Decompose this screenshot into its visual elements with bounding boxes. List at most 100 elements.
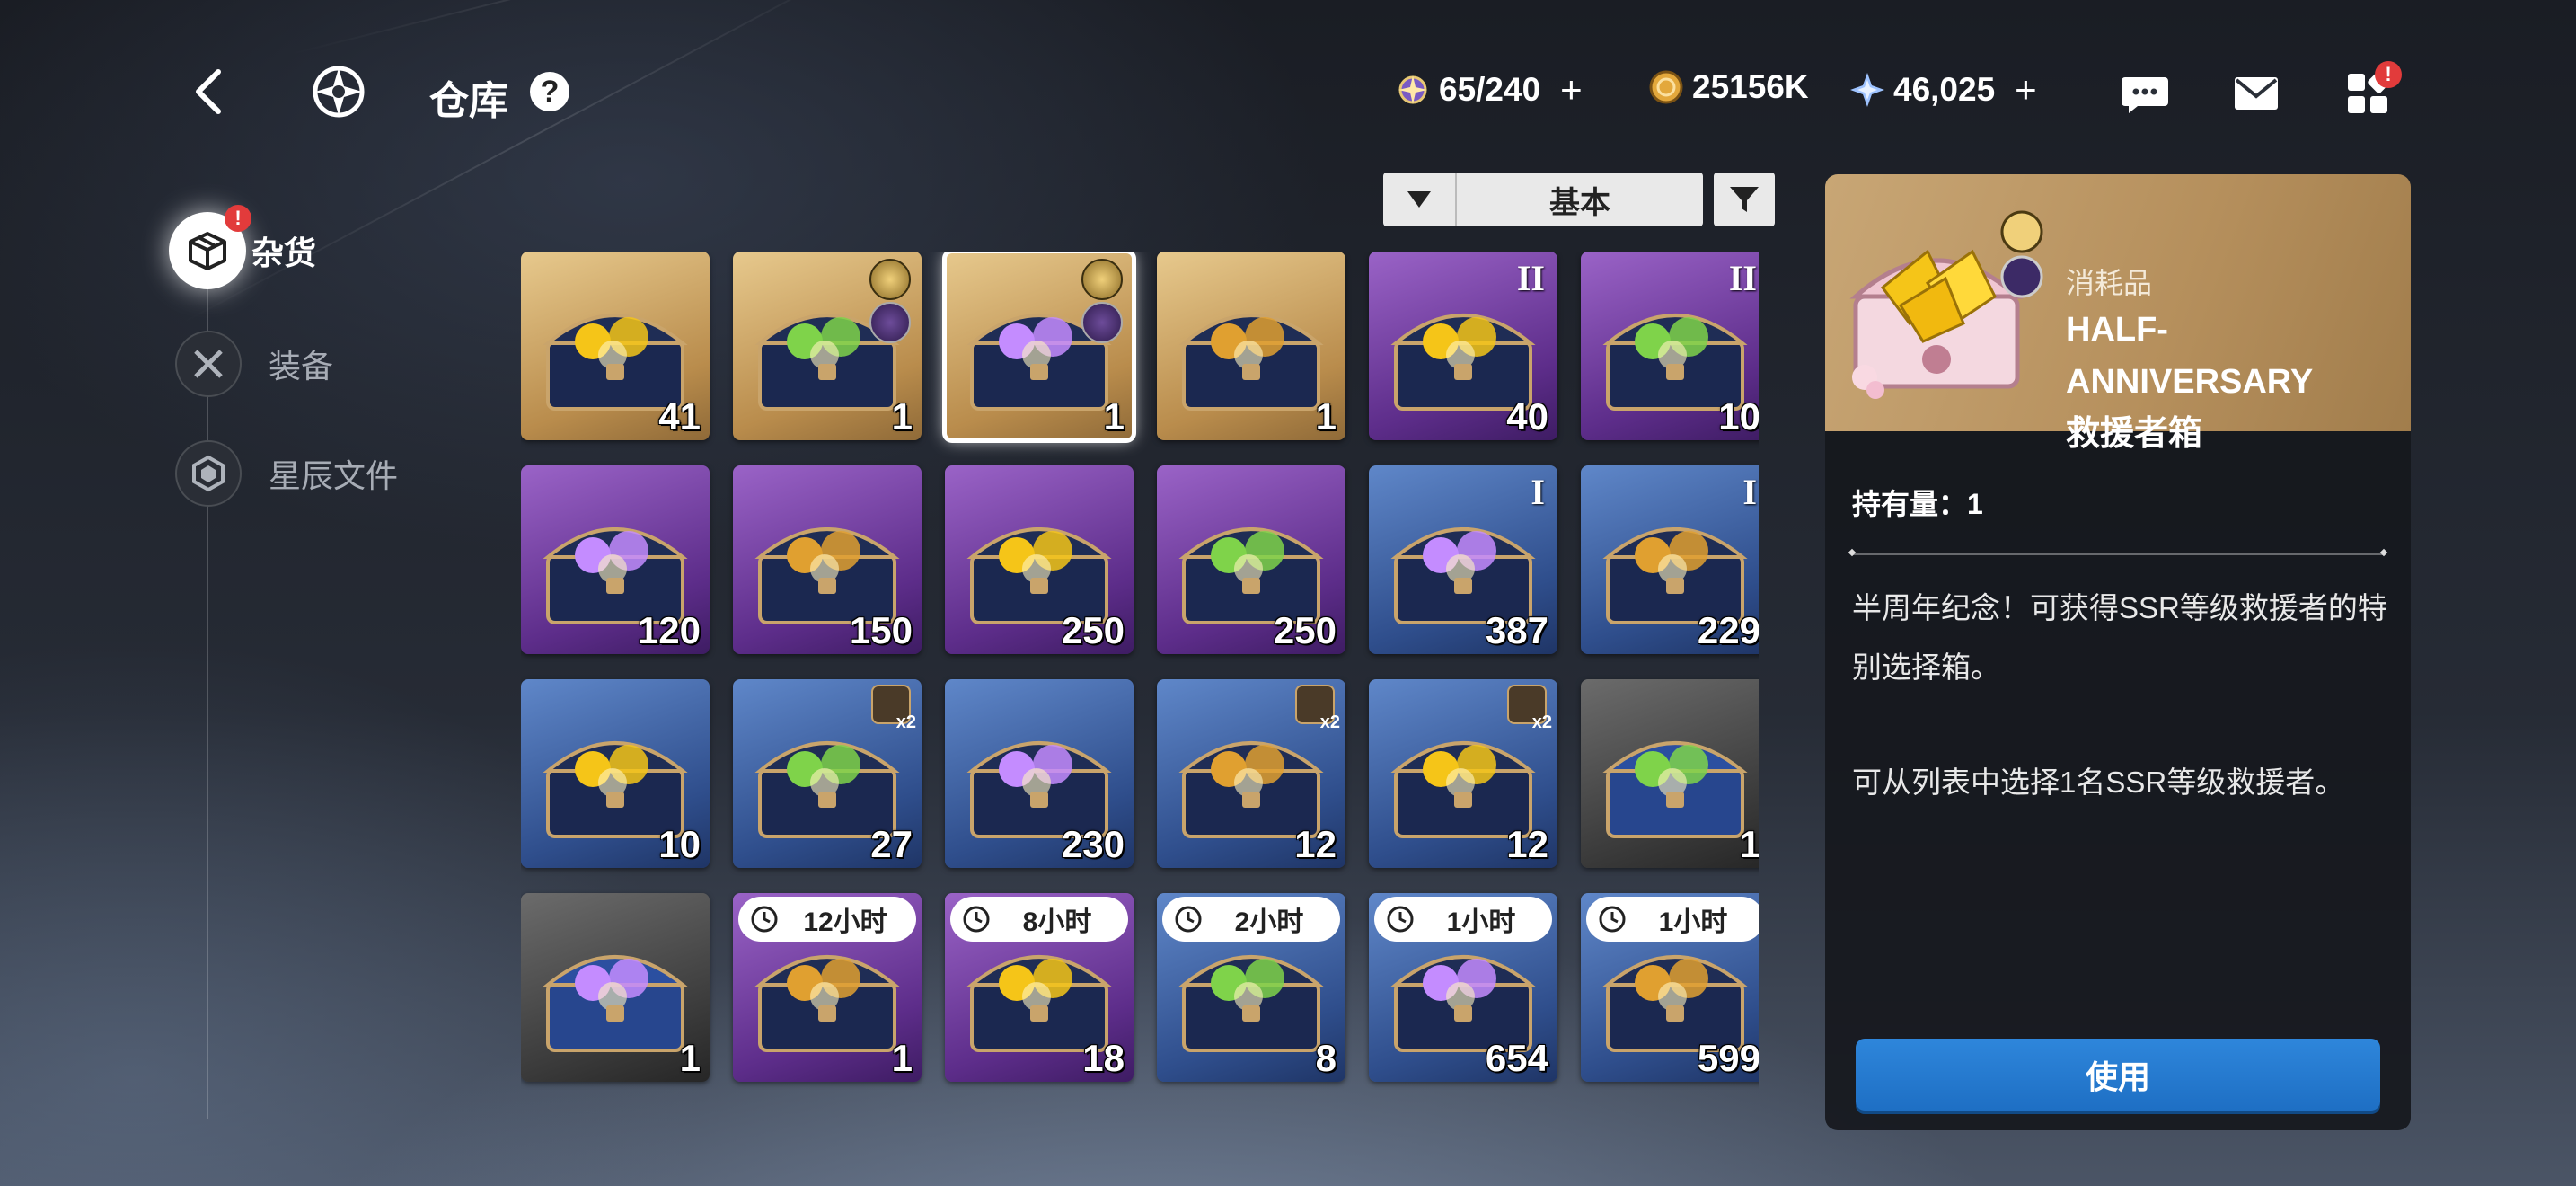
- nav-label-misc: 杂货: [251, 235, 317, 271]
- inventory-item[interactable]: 10: [521, 679, 710, 868]
- crystal-value: 46,025: [1893, 71, 1996, 108]
- nav-item-star-files[interactable]: 星辰文件: [175, 440, 398, 507]
- item-count: 654: [1485, 1037, 1548, 1079]
- inventory-item[interactable]: 1: [1581, 679, 1759, 868]
- timer-badge: 8小时: [950, 897, 1128, 942]
- detail-header: 消耗品 HALF-ANNIVERSARY 救援者箱: [1825, 174, 2411, 453]
- item-description: 半周年纪念！可获得SSR等级救援者的特别选择箱。 可从列表中选择1名SSR等级救…: [1852, 579, 2391, 812]
- item-category: 消耗品: [2066, 267, 2153, 299]
- chest-icon: [1175, 279, 1328, 413]
- item-count: 10: [1718, 395, 1759, 438]
- hexagon-icon: [175, 440, 242, 507]
- item-count: 1: [1315, 395, 1337, 438]
- item-count: 1: [1103, 395, 1125, 438]
- item-count: 599: [1697, 1037, 1759, 1079]
- chest-icon: [539, 492, 692, 627]
- inventory-item[interactable]: I 229: [1581, 465, 1759, 654]
- item-grid: 41 1 1 1 II 40 II 10 120 150 250 250 I 387 I 229 10 x2 27 2…: [521, 252, 1759, 1130]
- gold-coin-icon: [1649, 70, 1683, 104]
- back-arrow-icon[interactable]: [184, 65, 238, 119]
- stamina-resource[interactable]: 65/240 +: [1394, 68, 1583, 111]
- use-button[interactable]: 使用: [1856, 1039, 2380, 1111]
- inventory-item[interactable]: x2 12: [1369, 679, 1557, 868]
- gold-medal-icon: [869, 259, 911, 300]
- triangle-down-icon[interactable]: [1383, 173, 1457, 226]
- inventory-item[interactable]: 1: [733, 252, 922, 440]
- item-count: 250: [1273, 609, 1337, 651]
- anniversary-chest-icon: [1849, 210, 2043, 399]
- item-count: 18: [1082, 1037, 1125, 1079]
- crystal-add-button[interactable]: +: [2015, 68, 2037, 111]
- inventory-item[interactable]: 150: [733, 465, 922, 654]
- inventory-item[interactable]: 41: [521, 252, 710, 440]
- inventory-item[interactable]: 8小时 18: [945, 893, 1134, 1082]
- item-name-line2: 救援者箱: [2066, 415, 2203, 453]
- item-name-line1: HALF-ANNIVERSARY: [2066, 311, 2314, 401]
- inventory-item[interactable]: 1小时 599: [1581, 893, 1759, 1082]
- item-tier: II: [1516, 258, 1545, 298]
- chest-icon: [1599, 706, 1751, 841]
- clock-icon: [1599, 906, 1626, 933]
- inventory-item[interactable]: II 40: [1369, 252, 1557, 440]
- inventory-item[interactable]: 120: [521, 465, 710, 654]
- timer-badge: 1小时: [1586, 897, 1759, 942]
- chest-icon: [963, 279, 1116, 413]
- inventory-item[interactable]: 1小时 654: [1369, 893, 1557, 1082]
- item-count: 40: [1506, 395, 1548, 438]
- inventory-item[interactable]: 2小时 8: [1157, 893, 1345, 1082]
- item-count: 1: [679, 1037, 701, 1079]
- nav-label-star-files: 星辰文件: [269, 457, 399, 494]
- inventory-item[interactable]: I 387: [1369, 465, 1557, 654]
- chest-icon: [539, 706, 692, 841]
- timer-badge: 1小时: [1374, 897, 1552, 942]
- filter-icon: [1730, 187, 1759, 212]
- description-line: 可从列表中选择1名SSR等级救援者。: [1852, 766, 2345, 799]
- item-count: 8: [1315, 1037, 1337, 1079]
- clock-icon: [1387, 906, 1414, 933]
- chest-icon: [539, 920, 692, 1055]
- inventory-item[interactable]: 250: [945, 465, 1134, 654]
- gold-resource: 25156K: [1647, 68, 1809, 106]
- filter-button[interactable]: [1714, 173, 1775, 226]
- nav-item-equipment[interactable]: 装备: [175, 331, 333, 397]
- help-button[interactable]: ?: [530, 72, 569, 111]
- chest-icon: [751, 492, 904, 627]
- bonus-tag: x2: [1500, 685, 1552, 733]
- chat-icon[interactable]: [2118, 66, 2172, 120]
- sort-dropdown[interactable]: 基本: [1383, 173, 1703, 226]
- crystal-icon: [1850, 73, 1884, 107]
- gold-medal-icon: [1081, 259, 1123, 300]
- chest-icon: [963, 706, 1116, 841]
- inventory-item[interactable]: 250: [1157, 465, 1345, 654]
- inventory-item[interactable]: 1: [1157, 252, 1345, 440]
- item-count: 1: [891, 1037, 913, 1079]
- item-count: 27: [870, 823, 913, 865]
- item-count: 250: [1061, 609, 1125, 651]
- inventory-item[interactable]: 1: [942, 252, 1136, 443]
- menu-alert-badge: !: [2375, 61, 2402, 88]
- inventory-item[interactable]: 230: [945, 679, 1134, 868]
- emblem-medal-icon: [1081, 302, 1123, 343]
- inventory-item[interactable]: 1: [521, 893, 710, 1082]
- clock-icon: [963, 906, 990, 933]
- item-name: HALF-ANNIVERSARY 救援者箱: [2066, 304, 2407, 460]
- inventory-item[interactable]: x2 12: [1157, 679, 1345, 868]
- inventory-item[interactable]: II 10: [1581, 252, 1759, 440]
- item-count: 229: [1697, 609, 1759, 651]
- page-title: 仓库: [429, 79, 508, 123]
- stamina-icon: [1398, 75, 1427, 104]
- inventory-item[interactable]: x2 27: [733, 679, 922, 868]
- item-count: 12: [1506, 823, 1548, 865]
- item-count: 41: [658, 395, 701, 438]
- mail-icon[interactable]: [2229, 66, 2283, 120]
- crystal-resource[interactable]: 46,025 +: [1848, 68, 2037, 111]
- stamina-add-button[interactable]: +: [1560, 68, 1583, 111]
- inventory-item[interactable]: 12小时 1: [733, 893, 922, 1082]
- chest-icon: [1175, 492, 1328, 627]
- owned-count: 持有量：1: [1852, 488, 1983, 520]
- chest-icon: [1387, 492, 1539, 627]
- item-detail-panel: 消耗品 HALF-ANNIVERSARY 救援者箱 持有量：1 半周年纪念！可获…: [1825, 174, 2411, 1130]
- divider: [1852, 553, 2384, 555]
- chest-icon: [751, 279, 904, 413]
- item-count: 150: [849, 609, 913, 651]
